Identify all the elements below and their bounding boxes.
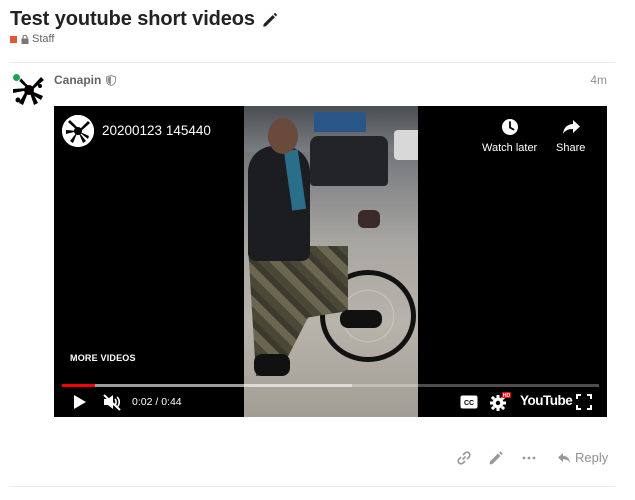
reply-label: Reply xyxy=(575,450,609,465)
divider xyxy=(10,486,615,487)
clock-icon xyxy=(501,119,518,135)
share-button[interactable]: Share xyxy=(556,116,585,154)
reply-button[interactable]: Reply xyxy=(557,450,608,465)
video-frame xyxy=(244,106,418,417)
online-status-dot xyxy=(12,73,21,82)
progress-buffered xyxy=(62,384,352,387)
channel-avatar[interactable] xyxy=(62,115,94,147)
post-author[interactable]: Canapin xyxy=(54,73,117,87)
post-timestamp[interactable]: 4m xyxy=(590,73,607,87)
youtube-logo[interactable]: YouTube xyxy=(520,393,573,408)
reply-icon xyxy=(558,452,570,463)
author-name[interactable]: Canapin xyxy=(54,73,101,87)
topic-page: Test youtube short videos Staff Canapin xyxy=(0,0,635,500)
video-title[interactable]: 20200123 145440 xyxy=(102,123,211,138)
settings-button[interactable]: HD xyxy=(488,392,512,412)
category-name: Staff xyxy=(32,33,55,45)
captions-button[interactable]: CC xyxy=(458,392,480,412)
play-button[interactable] xyxy=(70,392,90,412)
fullscreen-icon xyxy=(576,394,592,410)
ellipsis-icon xyxy=(522,456,536,460)
progress-played xyxy=(62,384,96,387)
edit-post-button[interactable] xyxy=(488,450,504,466)
category-color-swatch xyxy=(10,35,17,43)
topic-title[interactable]: Test youtube short videos xyxy=(10,8,255,31)
share-icon xyxy=(562,120,580,134)
time-display: 0:02 / 0:44 xyxy=(132,396,182,408)
mute-button[interactable] xyxy=(100,392,124,412)
pencil-icon xyxy=(489,451,503,465)
shield-icon xyxy=(106,74,117,86)
divider xyxy=(10,62,615,63)
progress-bar[interactable] xyxy=(62,384,599,387)
youtube-embed[interactable]: 20200123 145440 Watch later Share MORE V… xyxy=(54,106,607,417)
copy-link-button[interactable] xyxy=(456,450,472,466)
edit-title-icon[interactable] xyxy=(261,11,279,29)
watch-later-label: Watch later xyxy=(482,142,538,154)
svg-text:HD: HD xyxy=(503,393,511,399)
lock-icon xyxy=(21,34,29,44)
link-icon xyxy=(457,451,471,465)
category-badge[interactable]: Staff xyxy=(10,33,54,45)
fullscreen-button[interactable] xyxy=(574,392,594,412)
play-icon xyxy=(74,395,86,409)
svg-text:CC: CC xyxy=(464,400,474,407)
watch-later-button[interactable]: Watch later xyxy=(482,116,537,154)
topic-header: Test youtube short videos xyxy=(10,8,279,31)
more-videos-button[interactable]: MORE VIDEOS xyxy=(70,353,136,363)
volume-muted-icon xyxy=(103,394,121,411)
gear-icon: HD xyxy=(490,392,511,411)
share-label: Share xyxy=(556,142,586,154)
captions-icon: CC xyxy=(460,395,478,409)
more-actions-button[interactable] xyxy=(521,450,537,466)
